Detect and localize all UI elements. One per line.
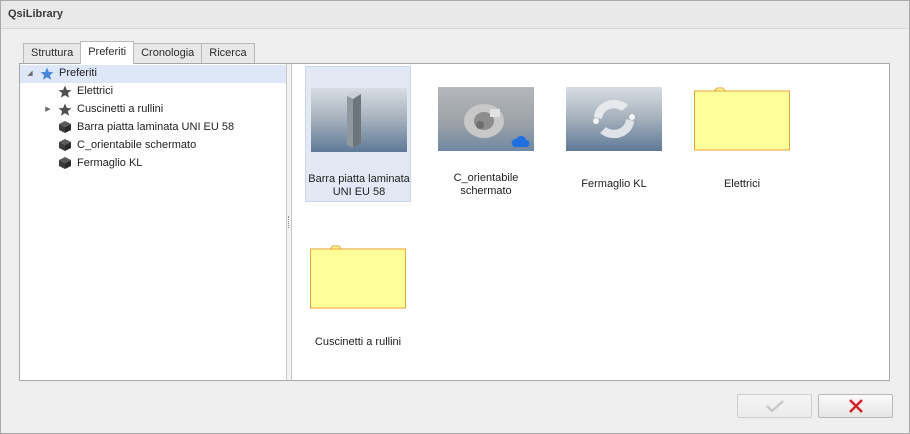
tab-panel: ◢ Preferiti Elettrici ▶ Cuscinetti a rul… (19, 63, 890, 381)
tab-cronologia[interactable]: Cronologia (133, 43, 203, 64)
tree-node-fermaglio[interactable]: Fermaglio KL (20, 155, 287, 173)
tab-ricerca[interactable]: Ricerca (201, 43, 255, 64)
title-bar[interactable]: QsiLibrary (1, 1, 909, 29)
grip-icon (288, 216, 290, 228)
collapse-arrow-icon[interactable]: ▶ (44, 106, 52, 114)
favorites-tree: ◢ Preferiti Elettrici ▶ Cuscinetti a rul… (20, 64, 287, 380)
grid-item-elettrici[interactable]: Elettrici (689, 66, 795, 202)
dialog-window: QsiLibrary Struttura Preferiti Cronologi… (0, 0, 910, 434)
folder-icon (310, 245, 406, 309)
tab-struttura[interactable]: Struttura (23, 43, 82, 64)
item-label: C_orientabile schermato (453, 172, 519, 197)
folder-thumbnail (694, 87, 790, 151)
tree-node-elettrici[interactable]: Elettrici (20, 83, 287, 101)
check-icon (765, 400, 784, 413)
item-label: Cuscinetti a rullini (314, 336, 402, 348)
cube-icon (59, 121, 71, 133)
folder-icon (694, 87, 790, 151)
tree-label: Fermaglio KL (77, 157, 143, 169)
tree-node-c-orientabile[interactable]: C_orientabile schermato (20, 137, 287, 155)
star-icon (58, 85, 72, 98)
expand-arrow-icon[interactable]: ◢ (26, 70, 34, 78)
grid-item-cuscinetti[interactable]: Cuscinetti a rullini (305, 224, 411, 360)
splitter-handle[interactable] (286, 64, 292, 380)
item-label: Fermaglio KL (581, 178, 647, 190)
grid-item-c-orientabile[interactable]: C_orientabile schermato (433, 66, 539, 202)
tree-label: C_orientabile schermato (77, 139, 197, 151)
tree-node-root[interactable]: ◢ Preferiti (20, 65, 287, 83)
ok-button[interactable] (737, 394, 812, 418)
favorites-grid: Barra piatta laminata UNI EU 58 C_orient… (293, 64, 889, 380)
tab-preferiti[interactable]: Preferiti (80, 41, 135, 64)
tree-node-cuscinetti[interactable]: ▶ Cuscinetti a rullini (20, 101, 287, 119)
tab-strip: Struttura Preferiti Cronologia Ricerca (23, 41, 255, 64)
item-label: Barra piatta laminata UNI EU 58 (308, 173, 410, 198)
clip-model-icon (593, 99, 635, 139)
grid-item-barra[interactable]: Barra piatta laminata UNI EU 58 (305, 66, 411, 202)
model-thumbnail (566, 87, 662, 151)
cloud-icon (511, 135, 530, 147)
star-icon (58, 103, 72, 116)
tree-label: Preferiti (59, 67, 97, 79)
star-icon (40, 67, 54, 80)
tree-label: Elettrici (77, 85, 114, 97)
model-thumbnail (311, 88, 407, 152)
grid-item-fermaglio[interactable]: Fermaglio KL (561, 66, 667, 202)
cancel-button[interactable] (818, 394, 893, 418)
window-title: QsiLibrary (8, 8, 64, 20)
item-label: Elettrici (723, 178, 761, 190)
tree-node-barra[interactable]: Barra piatta laminata UNI EU 58 (20, 119, 287, 137)
cube-icon (59, 157, 71, 169)
tree-label: Cuscinetti a rullini (77, 103, 164, 115)
tree-label: Barra piatta laminata UNI EU 58 (77, 121, 235, 133)
model-thumbnail (438, 87, 534, 151)
folder-thumbnail (310, 245, 406, 309)
bar-model-icon (347, 91, 361, 148)
close-icon (848, 399, 863, 413)
cube-icon (59, 139, 71, 151)
